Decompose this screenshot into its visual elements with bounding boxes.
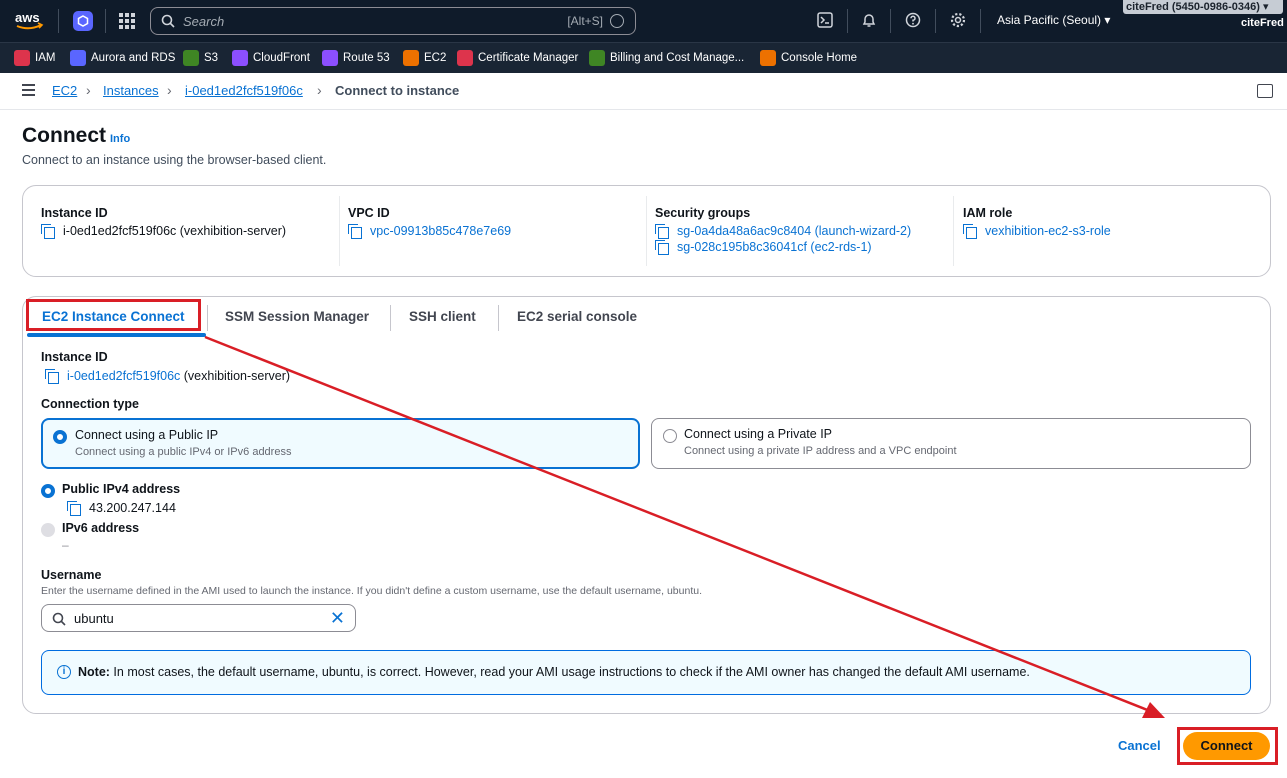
annotation-arrow (204, 335, 1165, 718)
